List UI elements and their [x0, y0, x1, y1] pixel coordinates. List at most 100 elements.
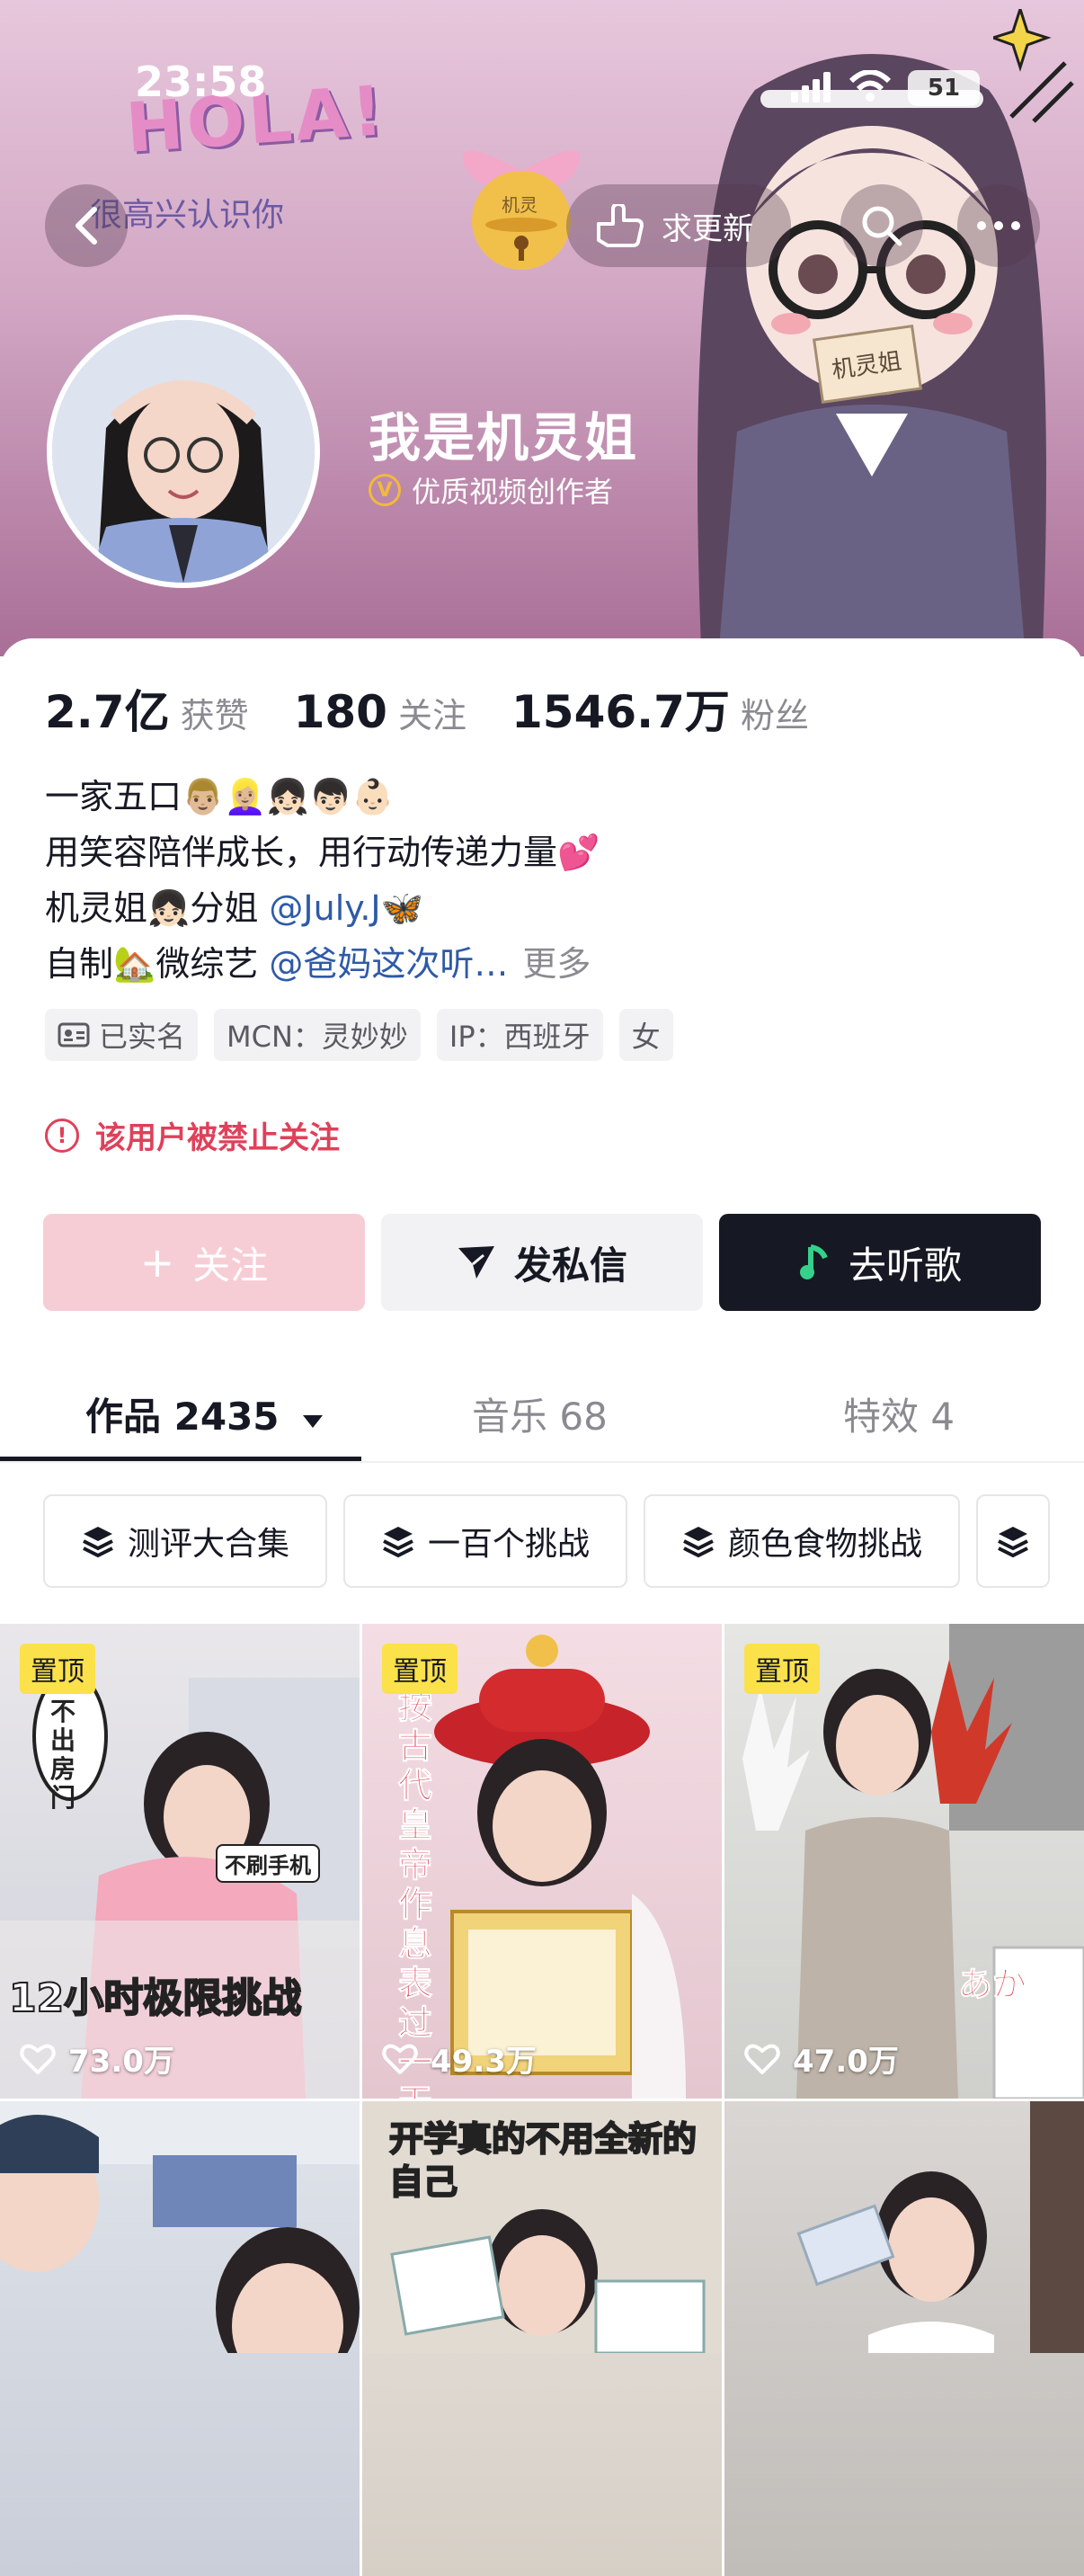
video-tile[interactable]: 不出房门 不刷手机 12小时极限挑战 置顶 73.0万: [0, 1624, 360, 2099]
tag-mcn[interactable]: MCN：灵妙妙: [214, 1009, 421, 1061]
wifi-icon: [849, 70, 891, 102]
bio-text: 机灵姐👧🏻分姐: [45, 888, 270, 928]
collection-chip[interactable]: [976, 1494, 1051, 1588]
tag-gender: 女: [618, 1009, 673, 1061]
collection-chips: 测评大合集 一百个挑战 颜色食物挑战: [43, 1494, 1051, 1588]
music-note-icon: [799, 1244, 828, 1279]
video-likes-count: 49.3万: [431, 2044, 537, 2080]
followers-count[interactable]: 1546.7万: [511, 676, 730, 741]
more-options-button[interactable]: [957, 184, 1040, 267]
collection-chip[interactable]: 测评大合集: [43, 1494, 328, 1588]
bio-line: 一家五口👨🏼👱🏼‍♀️👧🏻👦🏻👶🏻: [45, 777, 395, 816]
heart-icon: [744, 2044, 780, 2074]
layers-icon: [683, 1527, 714, 1558]
heart-icon: [382, 2044, 418, 2074]
back-button[interactable]: [45, 184, 128, 267]
collection-chip-label: 颜色食物挑战: [728, 1526, 923, 1563]
heart-icon: [20, 2044, 56, 2074]
bell-label-text: 机灵: [502, 194, 538, 216]
hand-pointer-icon: [597, 204, 644, 247]
video-likes: 49.3万: [382, 2037, 537, 2081]
bio-line: 机灵姐👧🏻分姐 @July.J🦋: [45, 880, 600, 936]
video-thumbnail: [0, 2101, 360, 2353]
layers-icon: [83, 1527, 113, 1558]
collection-chip[interactable]: 一百个挑战: [343, 1494, 628, 1588]
profile-name: 我是机灵姐: [369, 407, 639, 468]
tab-works-label: 作品 2435: [85, 1395, 280, 1439]
profile-tags: 已实名 MCN：灵妙妙 IP：西班牙 女: [45, 1009, 673, 1061]
avatar-photo: [52, 320, 315, 583]
collection-chip[interactable]: 颜色食物挑战: [644, 1494, 961, 1588]
likes-label: 获赞: [180, 696, 249, 735]
tab-music[interactable]: 音乐 68: [472, 1386, 608, 1441]
video-overlay-text: 12小时极限挑战: [8, 1974, 302, 2022]
tag-label: 已实名: [99, 1020, 186, 1054]
followers-label[interactable]: 粉丝: [741, 688, 809, 737]
bio-line: 自制🏡微综艺 @爸妈这次听… 更多: [45, 936, 600, 992]
likes-count: 2.7亿: [45, 686, 170, 738]
follow-banned-text: 该用户被禁止关注: [95, 1120, 340, 1156]
video-tile[interactable]: [0, 2101, 360, 2576]
tag-verified-identity[interactable]: 已实名: [45, 1009, 199, 1061]
search-icon: [862, 206, 902, 246]
listen-music-button[interactable]: 去听歌: [719, 1214, 1041, 1311]
layers-icon: [998, 1527, 1028, 1558]
tag-label: MCN：灵妙妙: [227, 1020, 408, 1054]
follow-button[interactable]: + 关注: [43, 1214, 365, 1311]
battery-indicator: 51: [908, 70, 980, 106]
pinned-badge: 置顶: [744, 1644, 820, 1694]
video-tile[interactable]: 按古代皇帝作息表过一天 置顶 49.3万: [362, 1624, 722, 2099]
send-message-button[interactable]: 发私信: [381, 1214, 703, 1311]
id-card-icon: [58, 1022, 90, 1047]
video-likes: 47.0万: [744, 2037, 899, 2081]
follow-banned-notice: ! 该用户被禁止关注: [45, 1113, 340, 1157]
video-thumbnail: [742, 1624, 1084, 2099]
video-tile[interactable]: あか 置顶 47.0万: [724, 1624, 1084, 2099]
more-dots-icon: [977, 221, 1020, 230]
video-bubble-text: 不出房门: [50, 1697, 76, 1813]
status-time: 23:58: [135, 58, 267, 106]
request-update-label: 求更新: [662, 210, 753, 247]
signal-icon: [791, 72, 831, 103]
avatar[interactable]: [47, 315, 320, 588]
collection-chip-label: 一百个挑战: [428, 1526, 591, 1563]
bio-line: 用笑容陪伴成长，用行动传递力量💕: [45, 833, 600, 872]
video-likes-count: 47.0万: [793, 2044, 899, 2080]
video-likes-count: 73.0万: [68, 2044, 174, 2080]
pinned-badge: 置顶: [382, 1644, 458, 1694]
video-tile[interactable]: 开学真的不用全新的自己: [362, 2101, 722, 2576]
chevron-left-icon: [76, 207, 97, 245]
cartoon-girl-illustration: 机灵姐: [697, 54, 1046, 647]
video-tile[interactable]: [724, 2101, 1084, 2576]
search-button[interactable]: [840, 184, 923, 267]
pinned-badge: 置顶: [20, 1644, 95, 1694]
tag-ip-location: IP：西班牙: [436, 1009, 603, 1061]
mention-link[interactable]: @July.J🦋: [269, 888, 423, 928]
plus-icon: +: [139, 1238, 175, 1287]
verified-v-icon: V: [369, 474, 401, 506]
collection-chip-label: 测评大合集: [128, 1526, 290, 1563]
following-count[interactable]: 180: [294, 686, 387, 738]
following-label[interactable]: 关注: [398, 688, 466, 737]
video-likes: 73.0万: [20, 2037, 174, 2081]
creator-badge: V 优质视频创作者: [369, 469, 613, 511]
tag-label: IP：西班牙: [449, 1020, 591, 1054]
action-buttons: + 关注 发私信 去听歌: [43, 1214, 1041, 1311]
mention-link[interactable]: @爸妈这次听…: [269, 944, 508, 984]
creator-badge-label: 优质视频创作者: [412, 475, 614, 509]
follow-label: 关注: [192, 1243, 269, 1288]
video-thumbnail: [796, 2101, 1084, 2353]
video-overlay-text: あか: [957, 1965, 1027, 2005]
video-sticker-text: 不刷手机: [216, 1844, 320, 1883]
bio-more-link[interactable]: 更多: [522, 944, 591, 984]
send-message-label: 发私信: [513, 1243, 627, 1288]
request-update-button[interactable]: 求更新: [566, 184, 791, 267]
caret-down-icon: [303, 1415, 324, 1428]
profile-bio: 一家五口👨🏼👱🏼‍♀️👧🏻👦🏻👶🏻 用笑容陪伴成长，用行动传递力量💕 机灵姐👧🏻…: [45, 769, 600, 992]
bio-text: 自制🏡微综艺: [45, 944, 270, 984]
tab-effects[interactable]: 特效 4: [843, 1386, 955, 1441]
content-tabs: 作品 2435 音乐 68 特效 4: [0, 1367, 1084, 1461]
divider: [0, 1461, 1084, 1463]
exclamation-circle-icon: !: [45, 1118, 79, 1153]
tab-works[interactable]: 作品 2435: [85, 1386, 324, 1441]
